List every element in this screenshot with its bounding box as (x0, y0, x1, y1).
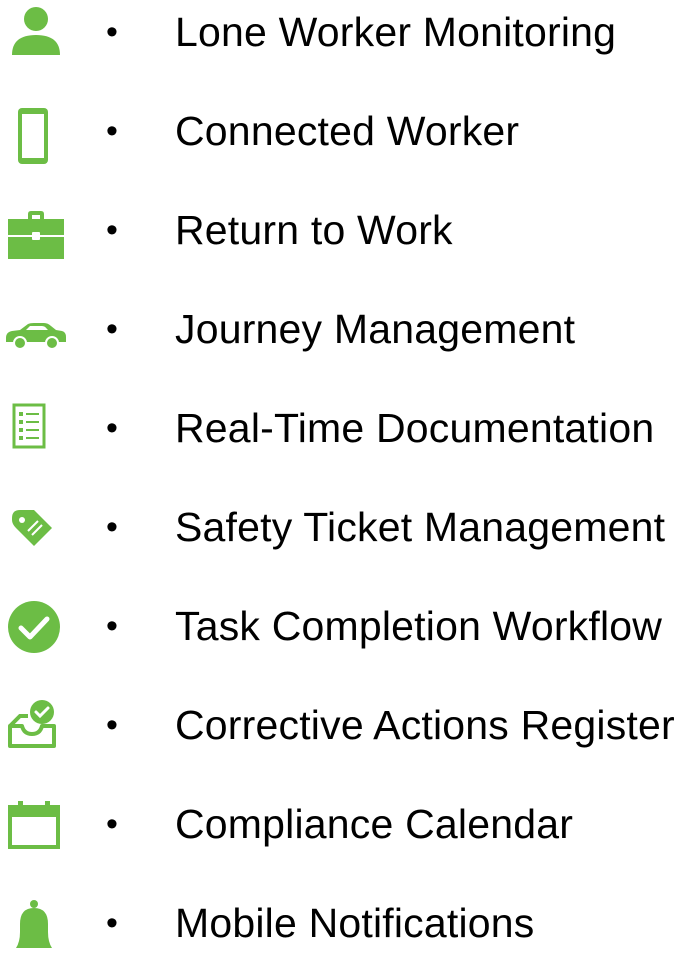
tag-icon (4, 498, 68, 562)
feature-item-real-time-documentation: • Real-Time Documentation (0, 396, 677, 466)
calendar-icon (4, 795, 68, 859)
feature-item-safety-ticket-management: • Safety Ticket Management (0, 495, 677, 565)
bullet: • (106, 112, 118, 150)
bullet: • (106, 13, 118, 51)
feature-label: Real-Time Documentation (175, 405, 655, 451)
person-icon (4, 3, 68, 67)
feature-item-task-completion-workflow: • Task Completion Workflow (0, 594, 677, 664)
feature-item-mobile-notifications: • Mobile Notifications (0, 891, 677, 961)
feature-item-compliance-calendar: • Compliance Calendar (0, 792, 677, 862)
bullet: • (106, 409, 118, 447)
check-circle-icon (4, 597, 68, 661)
feature-list: • Lone Worker Monitoring • Connected Wor… (0, 0, 677, 948)
feature-item-connected-worker: • Connected Worker (0, 99, 677, 169)
bullet: • (106, 805, 118, 843)
feature-item-journey-management: • Journey Management (0, 297, 677, 367)
feature-label: Lone Worker Monitoring (175, 9, 617, 55)
bullet: • (106, 904, 118, 942)
bullet: • (106, 706, 118, 744)
checklist-document-icon (4, 399, 68, 463)
bell-icon (4, 894, 68, 958)
feature-item-lone-worker-monitoring: • Lone Worker Monitoring (0, 0, 677, 70)
feature-label: Journey Management (175, 306, 576, 352)
inbox-check-icon (4, 696, 68, 760)
briefcase-icon (4, 201, 68, 265)
bullet: • (106, 508, 118, 546)
feature-item-return-to-work: • Return to Work (0, 198, 677, 268)
bullet: • (106, 310, 118, 348)
feature-label: Safety Ticket Management (175, 504, 666, 550)
feature-label: Task Completion Workflow (175, 603, 663, 649)
feature-label: Corrective Actions Register (175, 702, 675, 748)
feature-label: Connected Worker (175, 108, 520, 154)
feature-label: Mobile Notifications (175, 900, 535, 946)
car-icon (4, 300, 68, 364)
bullet: • (106, 211, 118, 249)
feature-item-corrective-actions-register: • Corrective Actions Register (0, 693, 677, 763)
bullet: • (106, 607, 118, 645)
feature-label: Compliance Calendar (175, 801, 574, 847)
smartphone-icon (4, 102, 68, 166)
feature-label: Return to Work (175, 207, 453, 253)
